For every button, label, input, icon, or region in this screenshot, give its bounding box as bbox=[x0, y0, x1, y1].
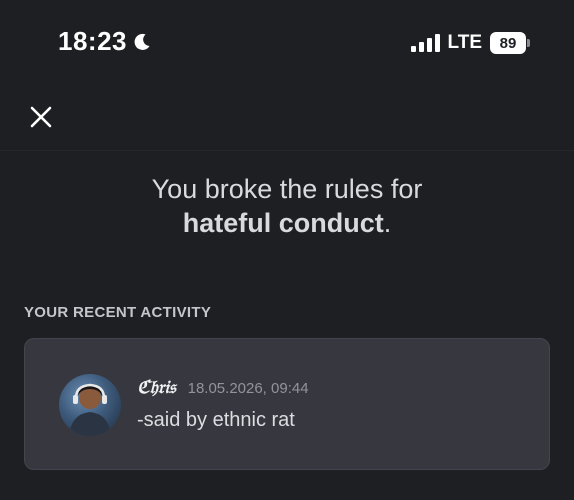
status-indicators: LTE 89 bbox=[410, 32, 530, 54]
message-header: ℭ𝔥𝔯𝔦𝔰 18.05.2026, 09:44 bbox=[137, 377, 309, 398]
moon-icon bbox=[134, 33, 150, 50]
battery-icon: 89 bbox=[490, 32, 530, 54]
status-time-group: 18:23 bbox=[58, 26, 152, 57]
headline-line2: hateful conduct. bbox=[0, 206, 574, 240]
user-avatar bbox=[59, 374, 121, 436]
status-bar: 18:23 LTE 89 bbox=[0, 0, 574, 86]
activity-card: ℭ𝔥𝔯𝔦𝔰 18.05.2026, 09:44 -said by ethnic … bbox=[24, 338, 550, 470]
headline-end: . bbox=[383, 208, 392, 238]
battery-tip bbox=[527, 39, 530, 47]
status-time: 18:23 bbox=[58, 26, 127, 56]
header-divider bbox=[0, 150, 574, 151]
battery-level: 89 bbox=[490, 32, 526, 54]
message-timestamp: 18.05.2026, 09:44 bbox=[187, 380, 309, 397]
signal-bars-icon bbox=[410, 34, 440, 52]
violation-headline: You broke the rules for hateful conduct. bbox=[0, 172, 574, 240]
avatar-portrait-icon bbox=[69, 383, 111, 436]
message-content: -said by ethnic rat bbox=[137, 409, 295, 431]
close-icon bbox=[30, 106, 52, 128]
violation-type: hateful conduct bbox=[182, 208, 384, 238]
network-type: LTE bbox=[447, 32, 482, 53]
message-author[interactable]: ℭ𝔥𝔯𝔦𝔰 bbox=[137, 377, 176, 398]
recent-activity-label: YOUR RECENT ACTIVITY bbox=[24, 304, 212, 321]
headline-line1: You broke the rules for bbox=[151, 174, 423, 204]
close-button[interactable] bbox=[24, 100, 58, 134]
